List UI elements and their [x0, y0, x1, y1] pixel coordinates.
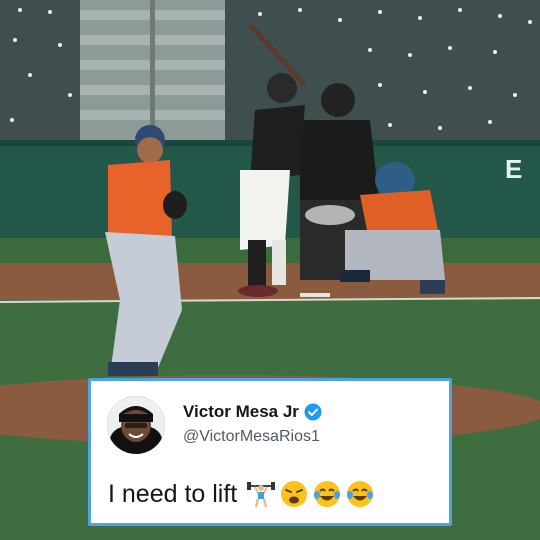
display-name: Victor Mesa Jr: [183, 402, 299, 421]
tweet-text: I need to lift: [108, 479, 238, 508]
user-handle: @VictorMesaRios1: [183, 428, 320, 445]
tears-of-joy-emoji: [314, 481, 341, 507]
weightlifter-emoji: [247, 482, 276, 508]
wall-sign: E: [505, 154, 522, 184]
tears-of-joy-emoji: [347, 481, 374, 507]
profile-avatar: [107, 396, 165, 454]
verified-badge-icon: [304, 403, 322, 421]
tweet-text-row: I need to lift: [108, 479, 375, 509]
stadium-stairs: [80, 0, 225, 140]
weary-face-emoji: [281, 481, 308, 507]
tweet-card: Victor Mesa Jr @VictorMesaRios1 I need t…: [88, 378, 452, 526]
